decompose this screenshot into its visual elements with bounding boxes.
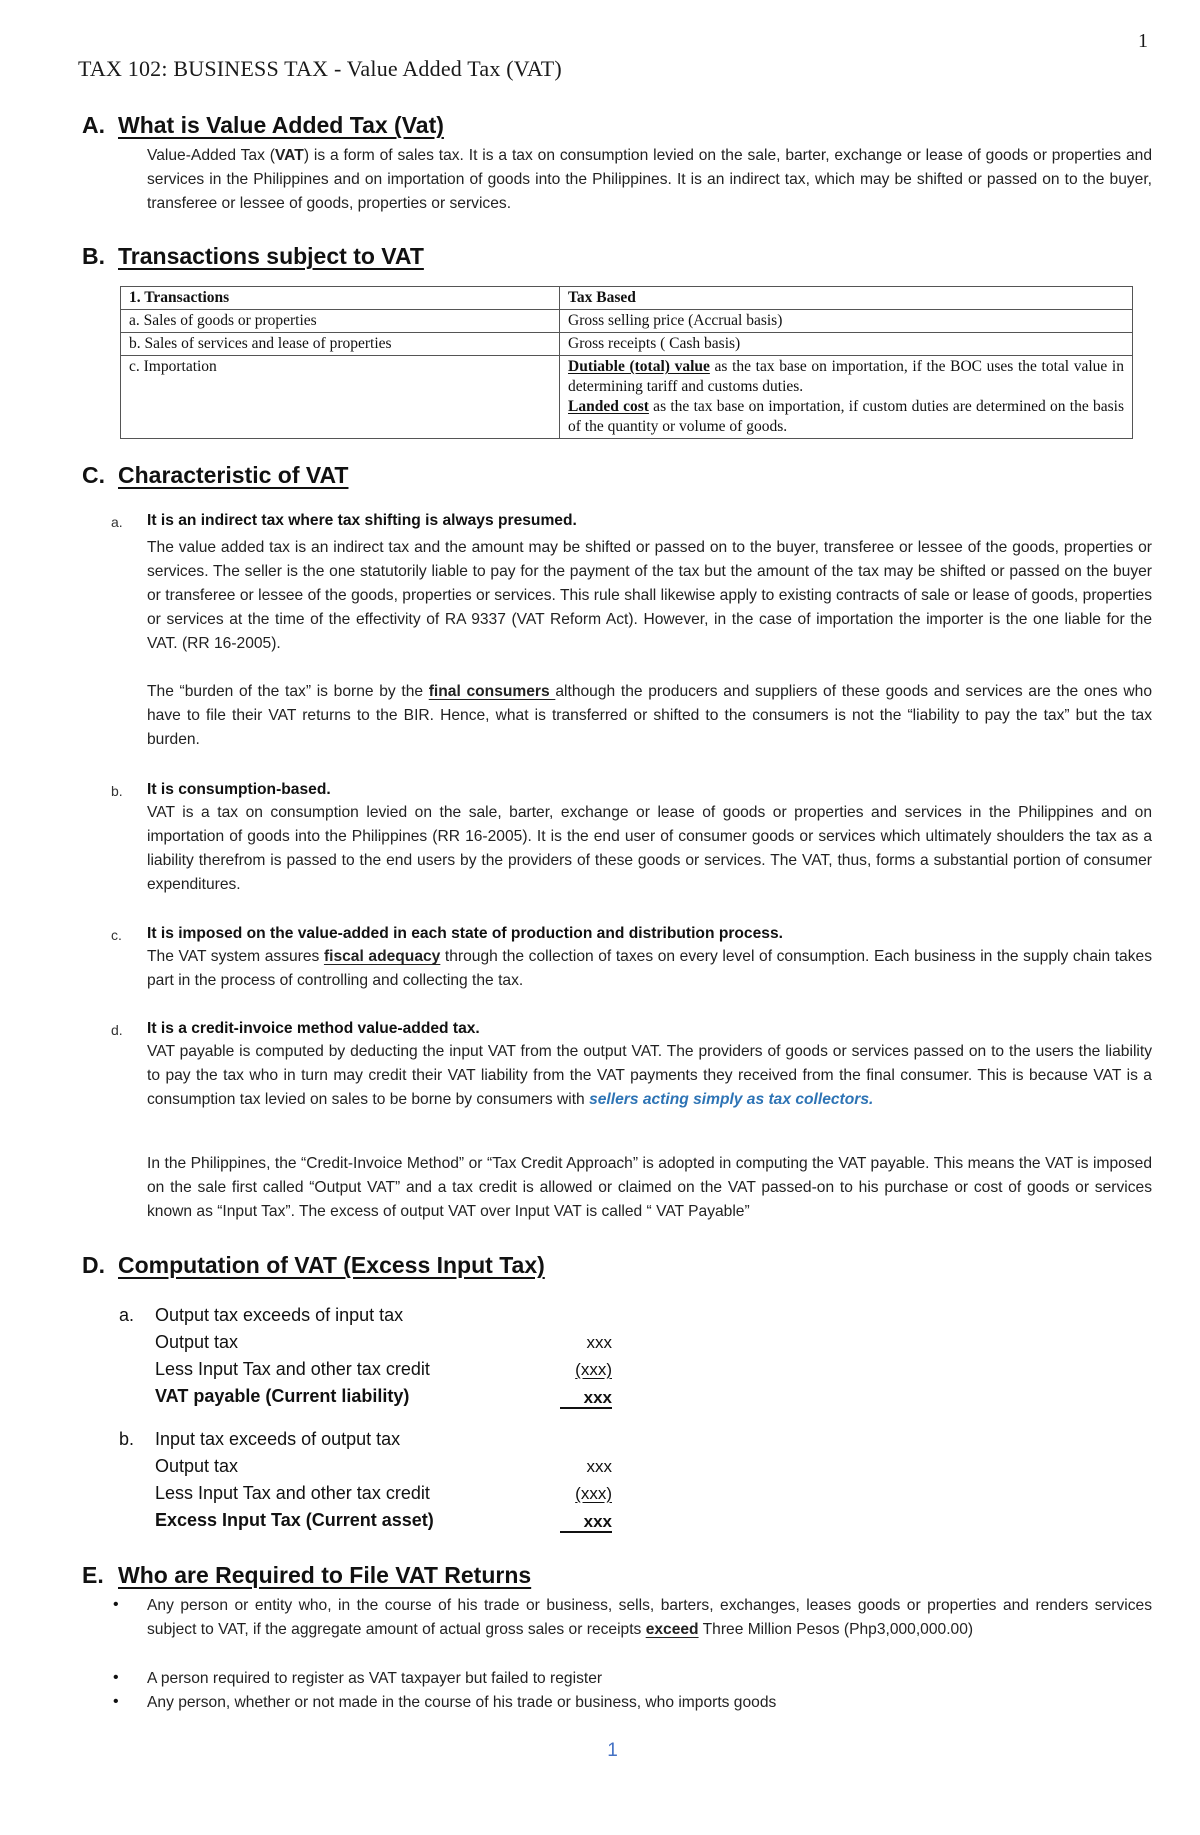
computation-total-label: Excess Input Tax (Current asset) [155,1510,434,1530]
item-marker: c. [111,927,122,943]
item-heading: It is a credit-invoice method value-adde… [147,1020,480,1037]
fiscal-adequacy-term: fiscal adequacy [323,948,441,965]
table-header-transactions: 1. Transactions [120,286,560,310]
text-span: The VAT system assures [147,948,324,965]
section-e-heading: Who are Required to File VAT Returns [118,1562,532,1588]
table-row: c. Importation Dutiable (total) value as… [120,355,1133,439]
item-heading: It is consumption-based. [147,781,331,798]
table-cell-tax-base: Gross selling price (Accrual basis) [559,309,1133,333]
case-heading: Output tax exceeds of input tax [155,1305,404,1325]
bullet-icon: • [113,1669,119,1686]
case-marker: b. [119,1429,135,1449]
text-span: as the tax base on importation, if custo… [568,398,1124,435]
table-header-row: 1. Transactions Tax Based [120,286,1133,310]
case-heading: Input tax exceeds of output tax [155,1429,401,1449]
section-c-title: C. Characteristic of VAT [82,462,348,489]
text-span: Value-Added Tax ( [147,147,275,164]
item-body: VAT payable is computed by deducting the… [147,1040,1152,1112]
transactions-table: 1. Transactions Tax Based a. Sales of go… [120,286,1133,439]
table-cell-tax-base: Gross receipts ( Cash basis) [559,332,1133,356]
item-heading: It is imposed on the value-added in each… [147,925,783,942]
text-span: The “burden of the tax” is borne by the [147,683,429,700]
section-e-letter: E. [82,1562,104,1588]
bullet-item: A person required to register as VAT tax… [147,1670,603,1687]
table-row: a. Sales of goods or properties Gross se… [120,309,1133,333]
section-c-letter: C. [82,462,105,488]
computation-label: Less Input Tax and other tax credit [155,1483,430,1503]
section-e-title: E. Who are Required to File VAT Returns [82,1562,531,1589]
item-body: The VAT system assures fiscal adequacy t… [147,945,1152,993]
section-a-heading: What is Value Added Tax (Vat) [118,112,444,138]
page-number-top: 1 [1138,30,1148,52]
item-body-2: The “burden of the tax” is borne by the … [147,680,1152,752]
case-marker: a. [119,1305,135,1325]
page-number-footer: 1 [607,1740,618,1761]
final-consumers-term: final consumers [428,683,556,700]
section-d-letter: D. [82,1252,105,1278]
table-cell-transaction: b. Sales of services and lease of proper… [120,332,560,356]
computation-label: Output tax [155,1456,239,1476]
section-c-heading: Characteristic of VAT [118,462,349,488]
exceed-term: exceed [645,1621,699,1638]
dutiable-value-term: Dutiable (total) value [568,358,710,375]
document-header: TAX 102: BUSINESS TAX - Value Added Tax … [78,56,562,81]
computation-total-amount: xxx [560,1388,612,1409]
item-marker: a. [111,514,123,530]
section-d-title: D. Computation of VAT (Excess Input Tax) [82,1252,545,1279]
text-span: Three Million Pesos (Php3,000,000.00) [698,1621,974,1638]
table-row: b. Sales of services and lease of proper… [120,332,1133,356]
computation-label: Less Input Tax and other tax credit [155,1359,430,1379]
computation-total-amount: xxx [560,1512,612,1533]
table-cell-transaction: a. Sales of goods or properties [120,309,560,333]
bullet-item: Any person, whether or not made in the c… [147,1694,777,1711]
section-a-title: A. What is Value Added Tax (Vat) [82,112,444,139]
bullet-item: Any person or entity who, in the course … [147,1594,1152,1642]
computation-amount: (xxx) [575,1360,612,1379]
sellers-tax-collectors-emphasis: sellers acting simply as tax collectors. [589,1091,874,1108]
table-header-tax-based: Tax Based [559,286,1133,310]
table-cell-transaction: c. Importation [120,355,560,439]
bullet-icon: • [113,1596,119,1613]
section-a-letter: A. [82,112,105,138]
computation-total-label: VAT payable (Current liability) [155,1386,410,1406]
bullet-icon: • [113,1693,119,1710]
item-body-2: In the Philippines, the “Credit-Invoice … [147,1155,1152,1220]
landed-cost-term: Landed cost [568,398,649,415]
item-heading: It is an indirect tax where tax shifting… [147,512,577,529]
table-cell-tax-base: Dutiable (total) value as the tax base o… [559,355,1133,439]
vat-bold: VAT [274,147,304,164]
section-d-heading: Computation of VAT (Excess Input Tax) [118,1252,545,1278]
section-a-body: Value-Added Tax (VAT) is a form of sales… [147,144,1152,216]
item-body: VAT is a tax on consumption levied on th… [147,804,1152,893]
item-marker: d. [111,1022,123,1038]
item-body: The value added tax is an indirect tax a… [147,539,1152,652]
computation-amount: xxx [586,1333,613,1352]
section-b-letter: B. [82,243,105,269]
section-b-title: B. Transactions subject to VAT [82,243,424,270]
item-marker: b. [111,783,123,799]
computation-label: Output tax [155,1332,239,1352]
computation-amount: xxx [586,1457,613,1476]
computation-amount: (xxx) [575,1484,612,1503]
section-b-heading: Transactions subject to VAT [118,243,424,269]
